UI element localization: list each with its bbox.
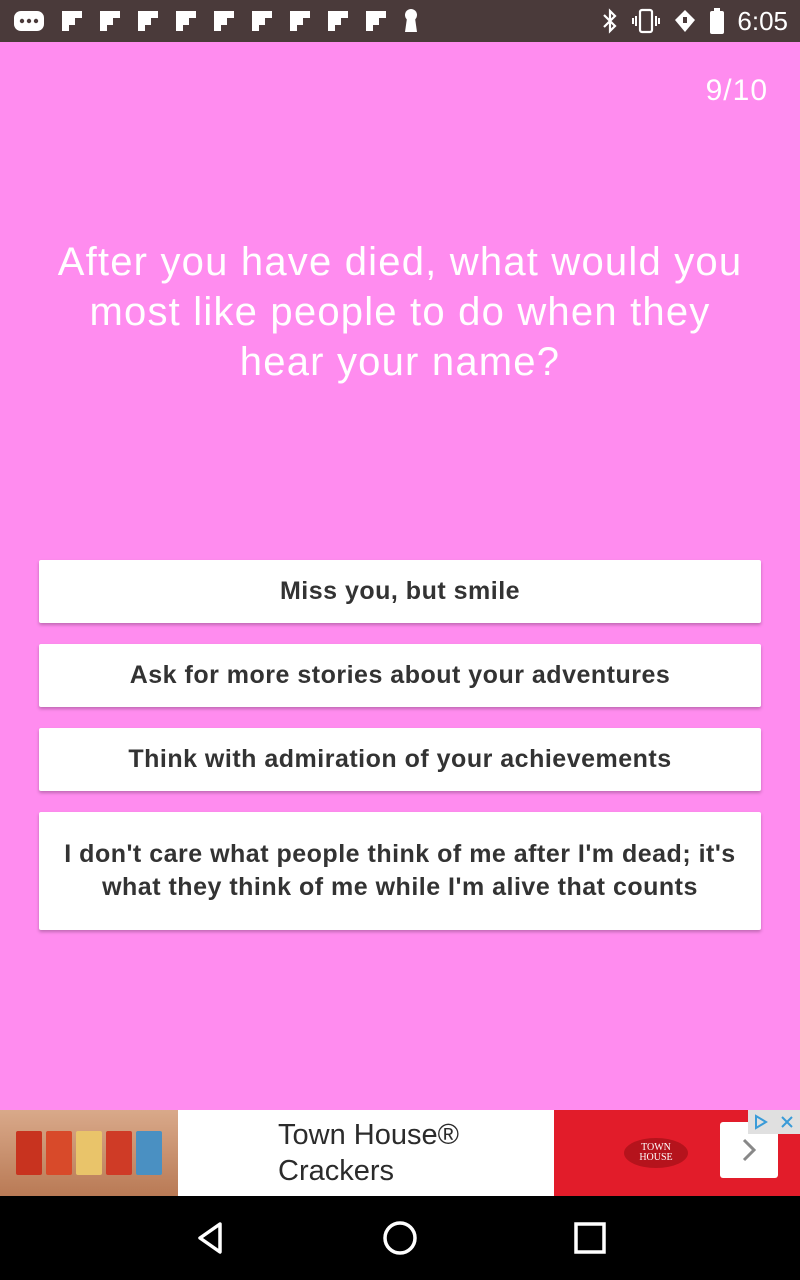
home-icon bbox=[383, 1221, 417, 1255]
notification-icons bbox=[12, 8, 420, 34]
clock: 6:05 bbox=[737, 5, 788, 36]
recents-button[interactable] bbox=[560, 1208, 620, 1268]
answer-option-4[interactable]: I don't care what people think of me aft… bbox=[39, 812, 761, 930]
ad-banner[interactable]: Town House® Crackers TOWN HOUSE bbox=[0, 1110, 800, 1196]
town-house-logo: TOWN HOUSE bbox=[624, 1138, 688, 1168]
flipboard-icon bbox=[326, 9, 350, 33]
flipboard-icon bbox=[174, 9, 198, 33]
chevron-right-icon bbox=[742, 1138, 757, 1162]
flipboard-icon bbox=[288, 9, 312, 33]
flipboard-icon bbox=[364, 9, 388, 33]
flipboard-icon bbox=[60, 9, 84, 33]
ad-line-2: Crackers bbox=[278, 1155, 395, 1187]
flipboard-icon bbox=[136, 9, 160, 33]
close-icon[interactable] bbox=[774, 1110, 800, 1134]
keyhole-icon bbox=[402, 8, 420, 34]
recents-icon bbox=[574, 1222, 606, 1254]
wifi-icon bbox=[673, 8, 697, 34]
cracker-box-image bbox=[136, 1131, 162, 1175]
cracker-box-image bbox=[106, 1131, 132, 1175]
answer-option-3[interactable]: Think with admiration of your achievemen… bbox=[39, 728, 761, 791]
battery-icon bbox=[709, 7, 725, 35]
answer-option-2[interactable]: Ask for more stories about your adventur… bbox=[39, 644, 761, 707]
flipboard-icon bbox=[98, 9, 122, 33]
back-icon bbox=[198, 1222, 222, 1254]
quiz-screen: 9/10 After you have died, what would you… bbox=[0, 42, 800, 1110]
status-bar: 6:05 bbox=[0, 0, 800, 42]
flipboard-icon bbox=[212, 9, 236, 33]
bluetooth-icon bbox=[601, 8, 619, 34]
navigation-bar bbox=[0, 1196, 800, 1280]
message-icon bbox=[12, 9, 46, 33]
cracker-box-image bbox=[76, 1131, 102, 1175]
ad-choices[interactable] bbox=[748, 1110, 800, 1134]
ad-headline[interactable]: Town House® Crackers bbox=[178, 1110, 554, 1196]
back-button[interactable] bbox=[180, 1208, 240, 1268]
home-button[interactable] bbox=[370, 1208, 430, 1268]
flipboard-icon bbox=[250, 9, 274, 33]
question-text: After you have died, what would you most… bbox=[57, 240, 743, 384]
ad-line-1: Town House® bbox=[278, 1119, 459, 1151]
cracker-box-image bbox=[46, 1131, 72, 1175]
answer-list: Miss you, but smile Ask for more stories… bbox=[39, 560, 761, 930]
vibrate-icon bbox=[631, 8, 661, 34]
adchoices-icon[interactable] bbox=[748, 1110, 774, 1134]
answer-option-1[interactable]: Miss you, but smile bbox=[39, 560, 761, 623]
question-progress: 9/10 bbox=[705, 74, 768, 107]
cracker-box-image bbox=[16, 1131, 42, 1175]
ad-product-image bbox=[0, 1110, 178, 1196]
system-icons: 6:05 bbox=[601, 6, 788, 37]
